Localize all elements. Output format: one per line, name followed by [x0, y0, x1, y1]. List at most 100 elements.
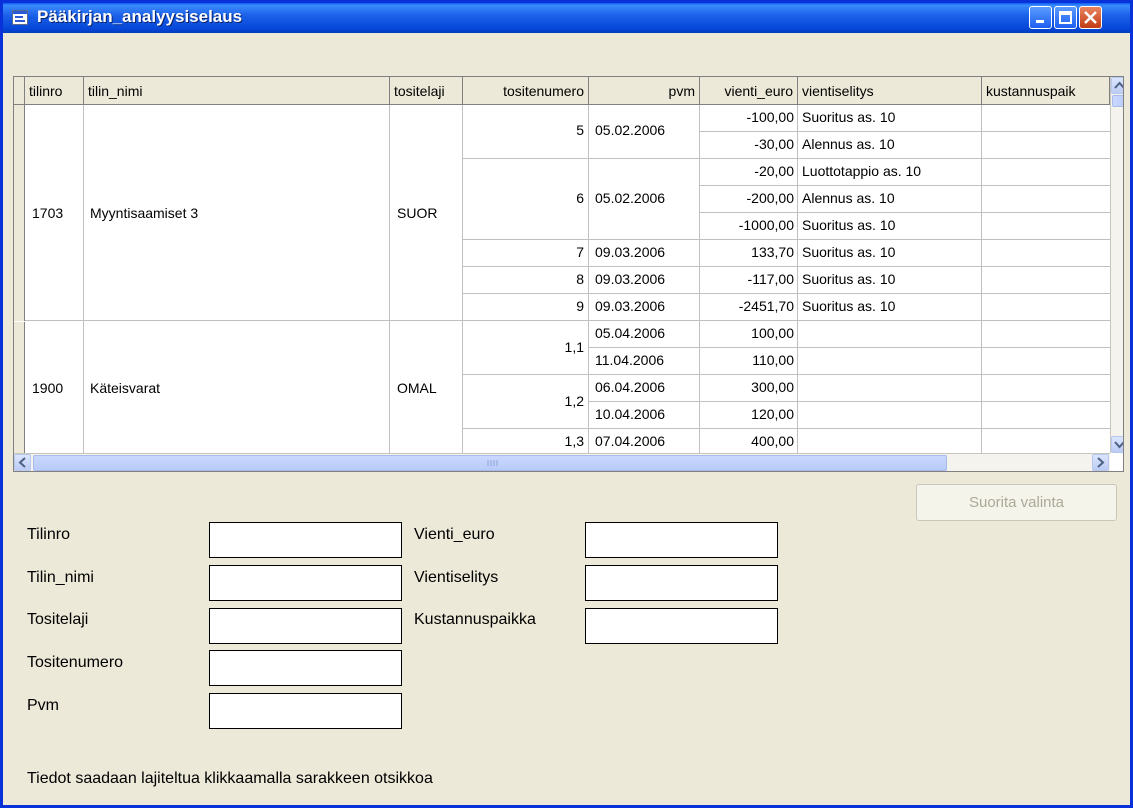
- cell-pvm[interactable]: 05.04.2006: [595, 320, 665, 346]
- scroll-left-icon: [18, 457, 26, 468]
- label-vientiselitys: Vientiselitys: [414, 569, 499, 586]
- cell-vienti-euro[interactable]: 400,00: [700, 428, 794, 454]
- cell-pvm[interactable]: 10.04.2006: [595, 401, 665, 427]
- tilin-nimi-input[interactable]: [210, 566, 401, 600]
- cell-tositelaji[interactable]: OMAL: [397, 375, 437, 401]
- cell-vientiselitys[interactable]: Alennus as. 10: [802, 131, 895, 157]
- vientiselitys-input[interactable]: [586, 566, 777, 600]
- minimize-icon: [1036, 20, 1044, 23]
- kustannuspaikka-field[interactable]: [585, 608, 778, 644]
- cell-tositenumero[interactable]: 9: [463, 293, 584, 319]
- cell-vienti-euro[interactable]: 120,00: [700, 401, 794, 427]
- window-title: Pääkirjan_analyysiselaus: [37, 7, 243, 26]
- tilin-nimi-field[interactable]: [209, 565, 402, 601]
- col-header-kustannuspaikka[interactable]: kustannuspaik: [982, 77, 1110, 105]
- cell-vienti-euro[interactable]: -200,00: [700, 185, 794, 211]
- label-pvm: Pvm: [27, 697, 59, 714]
- app-window: Pääkirjan_analyysiselaus tilinro tilin_n…: [0, 0, 1133, 808]
- horizontal-scroll-thumb[interactable]: [33, 455, 947, 471]
- kustannuspaikka-input[interactable]: [586, 609, 777, 643]
- cell-pvm[interactable]: 06.04.2006: [595, 374, 665, 400]
- cell-vienti-euro[interactable]: -117,00: [700, 266, 794, 292]
- cell-vienti-euro[interactable]: 300,00: [700, 374, 794, 400]
- ledger-grid[interactable]: tilinro tilin_nimi tositelaji tositenume…: [13, 76, 1124, 472]
- cell-vienti-euro[interactable]: -20,00: [700, 158, 794, 184]
- col-header-tilinro[interactable]: tilinro: [25, 77, 84, 105]
- cell-vientiselitys[interactable]: Suoritus as. 10: [802, 266, 895, 292]
- cell-vienti-euro[interactable]: -2451,70: [700, 293, 794, 319]
- cell-vienti-euro[interactable]: 100,00: [700, 320, 794, 346]
- label-tositelaji: Tositelaji: [27, 611, 89, 628]
- scroll-right-button[interactable]: [1092, 454, 1109, 471]
- vienti-euro-field[interactable]: [585, 522, 778, 558]
- run-selection-button[interactable]: Suorita valinta: [916, 484, 1117, 521]
- pvm-input[interactable]: [210, 694, 401, 728]
- col-header-tositelaji[interactable]: tositelaji: [390, 77, 463, 105]
- tositenumero-input[interactable]: [210, 651, 401, 685]
- row-selector[interactable]: [14, 105, 25, 321]
- label-vienti-euro: Vienti_euro: [414, 526, 495, 543]
- col-header-tilin-nimi[interactable]: tilin_nimi: [84, 77, 390, 105]
- close-button[interactable]: [1079, 6, 1102, 29]
- grip-icon: [487, 460, 498, 466]
- tositelaji-field[interactable]: [209, 608, 402, 644]
- cell-vientiselitys[interactable]: Suoritus as. 10: [802, 104, 895, 130]
- cell-vientiselitys[interactable]: Alennus as. 10: [802, 185, 895, 211]
- scroll-left-button[interactable]: [14, 454, 31, 471]
- label-tilinro: Tilinro: [27, 526, 70, 543]
- cell-pvm[interactable]: 05.02.2006: [595, 185, 665, 211]
- cell-tositenumero[interactable]: 1,1: [463, 334, 584, 360]
- cell-pvm[interactable]: 05.02.2006: [595, 117, 665, 143]
- cell-vienti-euro[interactable]: -1000,00: [700, 212, 794, 238]
- cell-pvm[interactable]: 07.04.2006: [595, 428, 665, 454]
- cell-pvm[interactable]: 09.03.2006: [595, 239, 665, 265]
- cell-pvm[interactable]: 09.03.2006: [595, 293, 665, 319]
- tositelaji-input[interactable]: [210, 609, 401, 643]
- tositenumero-field[interactable]: [209, 650, 402, 686]
- col-header-vienti-euro[interactable]: vienti_euro: [700, 77, 798, 105]
- tilinro-field[interactable]: [209, 522, 402, 558]
- grid-corner: [14, 77, 25, 105]
- maximize-button[interactable]: [1054, 6, 1077, 29]
- cell-tilin-nimi[interactable]: Käteisvarat: [90, 375, 160, 401]
- vertical-scrollbar[interactable]: [1110, 77, 1123, 453]
- cell-vienti-euro[interactable]: 133,70: [700, 239, 794, 265]
- label-kustannuspaikka: Kustannuspaikka: [414, 611, 536, 628]
- cell-tositenumero[interactable]: 6: [463, 185, 584, 211]
- cell-tositenumero[interactable]: 8: [463, 266, 584, 292]
- cell-tositelaji[interactable]: SUOR: [397, 200, 437, 226]
- pvm-field[interactable]: [209, 693, 402, 729]
- label-tilin-nimi: Tilin_nimi: [27, 569, 94, 586]
- scroll-up-button[interactable]: [1111, 77, 1123, 94]
- cell-vienti-euro[interactable]: 110,00: [700, 347, 794, 373]
- minimize-button[interactable]: [1029, 6, 1052, 29]
- cell-tilinro[interactable]: 1703: [32, 200, 63, 226]
- cell-tilinro[interactable]: 1900: [32, 375, 63, 401]
- cell-vientiselitys[interactable]: Luottotappio as. 10: [802, 158, 921, 184]
- cell-tilin-nimi[interactable]: Myyntisaamiset 3: [90, 200, 198, 226]
- cell-vientiselitys[interactable]: Suoritus as. 10: [802, 239, 895, 265]
- scroll-down-button[interactable]: [1111, 436, 1123, 453]
- cell-tositenumero[interactable]: 5: [463, 117, 584, 143]
- tilinro-input[interactable]: [210, 523, 401, 557]
- vertical-scroll-thumb[interactable]: [1112, 95, 1123, 107]
- cell-pvm[interactable]: 09.03.2006: [595, 266, 665, 292]
- col-header-tositenumero[interactable]: tositenumero: [463, 77, 589, 105]
- cell-vienti-euro[interactable]: -100,00: [700, 104, 794, 130]
- close-icon: [1084, 11, 1097, 24]
- row-selector[interactable]: [14, 322, 25, 453]
- cell-tositenumero[interactable]: 7: [463, 239, 584, 265]
- col-header-vientiselitys[interactable]: vientiselitys: [798, 77, 982, 105]
- horizontal-scrollbar[interactable]: [14, 453, 1110, 471]
- vientiselitys-field[interactable]: [585, 565, 778, 601]
- title-bar[interactable]: Pääkirjan_analyysiselaus: [3, 3, 1130, 33]
- cell-tositenumero[interactable]: 1,2: [463, 388, 584, 414]
- cell-pvm[interactable]: 11.04.2006: [595, 347, 664, 373]
- col-header-pvm[interactable]: pvm: [589, 77, 700, 105]
- vienti-euro-input[interactable]: [586, 523, 777, 557]
- cell-vienti-euro[interactable]: -30,00: [700, 131, 794, 157]
- cell-vientiselitys[interactable]: Suoritus as. 10: [802, 293, 895, 319]
- scroll-down-icon: [1114, 441, 1123, 449]
- cell-tositenumero[interactable]: 1,3: [463, 428, 584, 454]
- cell-vientiselitys[interactable]: Suoritus as. 10: [802, 212, 895, 238]
